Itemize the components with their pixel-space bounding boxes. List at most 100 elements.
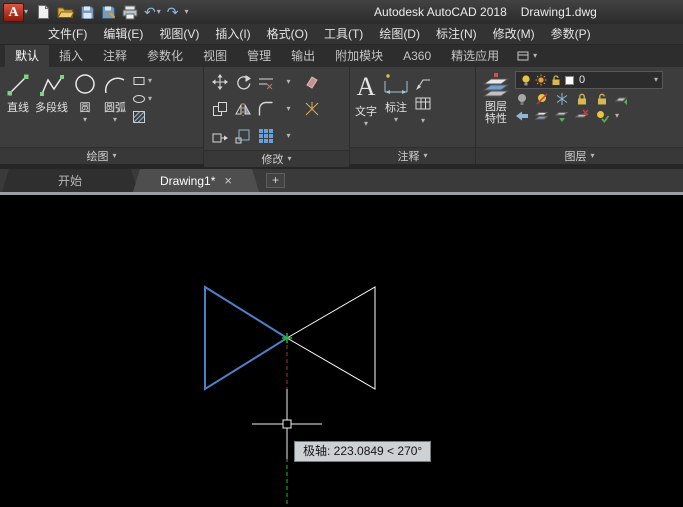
plot-button[interactable] (119, 1, 141, 23)
ellipse-tool-button[interactable]: ▾ (132, 92, 152, 106)
chevron-down-icon: ▾ (654, 76, 658, 84)
menu-insert[interactable]: 插入(I) (207, 24, 258, 44)
ribbon-tab-parametric[interactable]: 参数化 (137, 45, 193, 67)
layer-unlock-tool-icon[interactable] (595, 92, 609, 106)
fillet-icon[interactable] (258, 101, 274, 117)
tool-label: 圆弧 (104, 99, 126, 115)
mirror-icon[interactable] (235, 101, 251, 117)
erase-icon[interactable] (304, 74, 320, 90)
open-folder-icon (57, 5, 74, 19)
stretch-icon[interactable] (212, 128, 228, 144)
layer-lock-icon[interactable] (575, 92, 589, 106)
table-icon[interactable] (415, 96, 431, 112)
leader-icon[interactable] (415, 75, 431, 91)
new-drawing-button[interactable]: + (266, 173, 285, 188)
menu-format[interactable]: 格式(O) (259, 24, 316, 44)
qat-customize-button[interactable]: ▾ (182, 1, 192, 23)
layer-on-bulb-icon (520, 74, 532, 86)
file-tab-label: Drawing1* (160, 174, 215, 188)
copy-icon[interactable] (212, 101, 228, 117)
menu-file[interactable]: 文件(F) (40, 24, 95, 44)
save-as-button[interactable] (98, 1, 119, 23)
ellipse-icon (132, 92, 146, 106)
ribbon-tab-manage[interactable]: 管理 (237, 45, 281, 67)
layer-on-all-icon[interactable] (595, 109, 609, 123)
layer-off-icon[interactable] (515, 92, 529, 106)
save-button[interactable] (77, 1, 98, 23)
circle-icon (72, 72, 98, 98)
scale-icon[interactable] (235, 128, 251, 144)
layer-properties-button[interactable]: 图层特性 (481, 70, 511, 125)
rotate-icon[interactable] (235, 74, 251, 90)
ribbon-tab-annotate[interactable]: 注释 (93, 45, 137, 67)
layer-merge-icon[interactable] (555, 109, 569, 123)
menu-draw[interactable]: 绘图(D) (371, 24, 428, 44)
arc-tool-button[interactable]: 圆弧 ▾ (102, 70, 128, 124)
explode-icon[interactable] (304, 101, 320, 117)
close-icon[interactable]: × (224, 174, 232, 187)
chevron-down-icon[interactable]: ▾ (421, 117, 425, 125)
layer-delete-icon[interactable] (575, 109, 589, 123)
ribbon-tab-home[interactable]: 默认 (5, 45, 49, 67)
undo-button[interactable]: ↶ ▾ (141, 1, 164, 23)
chevron-down-icon: ▾ (287, 155, 291, 163)
menu-view[interactable]: 视图(V) (151, 24, 207, 44)
polyline-tool-button[interactable]: 多段线 (35, 70, 68, 115)
left-triangle[interactable] (205, 287, 287, 389)
layer-previous-icon[interactable] (515, 109, 529, 123)
hatch-tool-button[interactable] (132, 110, 152, 124)
quick-access-toolbar: ↶ ▾ ↷ ▾ (33, 0, 192, 24)
application-menu-button[interactable]: A ▾ (0, 0, 33, 24)
chevron-down-icon[interactable]: ▾ (286, 78, 290, 86)
ribbon-tab-featured-apps[interactable]: 精选应用 (441, 45, 509, 67)
layer-freeze-icon[interactable] (555, 92, 569, 106)
menu-tools[interactable]: 工具(T) (316, 24, 371, 44)
panel-draw-footer[interactable]: 绘图 ▾ (0, 147, 203, 164)
chevron-down-icon: ▾ (394, 116, 398, 124)
redo-button[interactable]: ↷ (164, 1, 182, 23)
chevron-down-icon[interactable]: ▾ (286, 132, 290, 140)
menu-dimension[interactable]: 标注(N) (428, 24, 485, 44)
open-file-button[interactable] (54, 1, 77, 23)
ribbon-tab-bar: 默认 插入 注释 参数化 视图 管理 输出 附加模块 A360 精选应用 ▾ (0, 45, 683, 67)
panel-annotation-content: A 文字 ▾ 标注 ▾ ▾ (350, 67, 475, 147)
circle-tool-button[interactable]: 圆 ▾ (72, 70, 98, 124)
panel-annotation-footer[interactable]: 注释 ▾ (350, 147, 475, 164)
trim-icon[interactable] (258, 74, 274, 90)
menu-modify[interactable]: 修改(M) (485, 24, 543, 44)
window-title: Autodesk AutoCAD 2018 Drawing1.dwg (374, 0, 597, 24)
file-tab-start[interactable]: 开始 (2, 169, 138, 192)
layer-unlock-icon (550, 74, 562, 86)
panel-layers-footer[interactable]: 图层 ▾ (476, 147, 683, 164)
layer-dropdown[interactable]: 0 ▾ (515, 71, 663, 89)
layer-color-swatch (565, 76, 574, 85)
new-file-button[interactable] (33, 1, 54, 23)
ribbon-options-button[interactable]: ▾ (509, 45, 544, 67)
file-tab-label: 开始 (58, 172, 82, 189)
ribbon-tab-addins[interactable]: 附加模块 (325, 45, 393, 67)
menu-parametric[interactable]: 参数(P) (543, 24, 599, 44)
ribbon-tab-output[interactable]: 输出 (281, 45, 325, 67)
array-icon[interactable] (258, 128, 274, 144)
file-tab-drawing1[interactable]: Drawing1* × (133, 169, 259, 192)
text-tool-button[interactable]: A 文字 ▾ (355, 70, 377, 128)
ribbon-tab-a360[interactable]: A360 (393, 45, 441, 67)
right-triangle[interactable] (287, 287, 375, 389)
move-icon[interactable] (212, 74, 228, 90)
menu-edit[interactable]: 编辑(E) (95, 24, 151, 44)
layer-walk-icon[interactable] (535, 109, 549, 123)
hatch-icon (132, 110, 146, 124)
ribbon-tab-view[interactable]: 视图 (193, 45, 237, 67)
rectangle-tool-button[interactable]: ▾ (132, 74, 152, 88)
dimension-tool-button[interactable]: 标注 ▾ (381, 70, 411, 124)
chevron-down-icon[interactable]: ▾ (286, 105, 290, 113)
chevron-down-icon[interactable]: ▾ (615, 112, 619, 120)
layer-match-icon[interactable] (615, 92, 629, 106)
layer-isolate-icon[interactable] (535, 92, 549, 106)
panel-modify-footer[interactable]: 修改 ▾ (204, 150, 349, 167)
line-tool-button[interactable]: 直线 (5, 70, 31, 115)
tool-label: 文字 (355, 103, 377, 119)
ribbon-tab-insert[interactable]: 插入 (49, 45, 93, 67)
rectangle-icon (132, 74, 146, 88)
drawing-canvas[interactable]: 极轴: 223.0849 < 270° (0, 195, 683, 507)
